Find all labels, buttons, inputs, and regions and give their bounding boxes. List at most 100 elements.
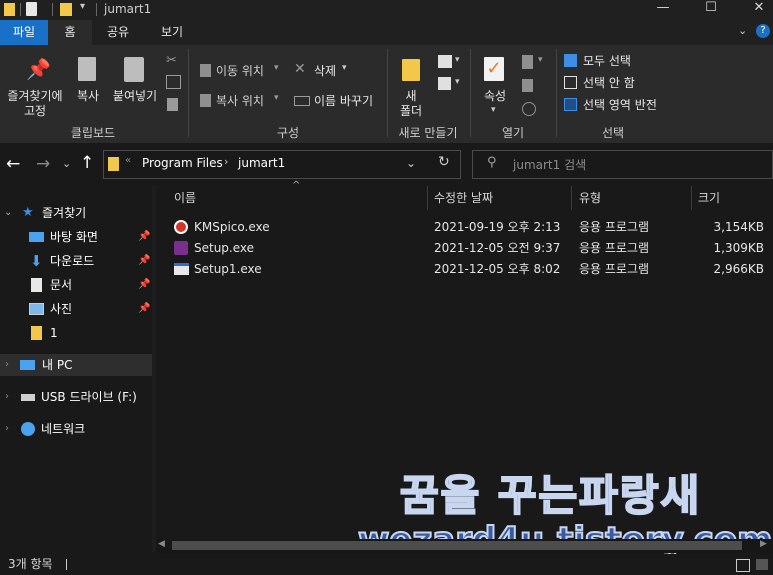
search-box[interactable]: ⚲ jumart1 검색 [472,150,773,179]
address-bar[interactable]: « Program Files › jumart1 ⌄ ↻ [103,150,461,179]
tab-home[interactable]: 홈 [48,20,92,45]
ribbon-separator [387,49,388,137]
move-to-button[interactable]: 이동 위치 ▾ [198,61,284,81]
nav-item-pictures[interactable]: 사진 📌 [0,298,152,320]
scrollbar-thumb[interactable] [172,541,742,550]
copy-button[interactable]: 복사 [72,51,104,107]
tab-share[interactable]: 공유 [92,20,144,45]
chevron-right-icon[interactable]: › [5,418,9,440]
nav-usb-drive[interactable]: › USB 드라이브 (F:) [0,386,152,408]
breadcrumb-program-files[interactable]: Program Files [142,156,223,170]
scroll-left-icon[interactable]: ◀ [158,539,165,549]
minimize-button[interactable]: — [640,0,686,20]
window-title: jumart1 [104,2,152,16]
breadcrumb-overflow-icon[interactable]: « [125,155,131,166]
column-separator[interactable] [571,186,572,210]
nav-item-folder-1[interactable]: 1 [0,322,152,344]
chevron-down-icon[interactable]: ▾ [455,77,460,87]
file-name: KMSpico.exe [194,220,270,234]
group-open-label: 열기 [501,126,525,140]
nav-item-label: 1 [50,326,58,340]
copy-to-button[interactable]: 복사 위치 ▾ [198,91,284,111]
pin-icon: 📌 [26,57,51,81]
ribbon-tabs: 파일 홈 공유 보기 ⌄ ? [0,20,773,45]
select-none-button[interactable]: 선택 안 함 [562,74,672,92]
recent-locations-icon[interactable]: ⌄ [62,157,71,170]
delete-button[interactable]: ✕ 삭제 ▾ [292,61,356,81]
file-row[interactable]: KMSpico.exe 2021-09-19 오후 2:13 응용 프로그램 3… [168,217,768,238]
back-arrow-icon[interactable]: ← [6,154,20,174]
pin-icon[interactable]: 📌 [138,298,150,320]
history-icon[interactable] [522,102,536,116]
properties-quick-icon[interactable] [26,2,37,16]
column-header-modified[interactable]: 수정한 날짜 [434,186,570,210]
paste-button[interactable]: 붙여넣기 [108,51,162,107]
new-folder-button[interactable]: 새 폴더 [394,51,428,121]
scroll-right-icon[interactable]: ▶ [760,539,767,549]
pin-icon[interactable]: 📌 [138,226,150,248]
chevron-down-icon[interactable]: ▾ [455,55,460,65]
address-dropdown-icon[interactable]: ⌄ [406,156,416,170]
paste-shortcut-icon[interactable] [167,98,178,111]
invert-selection-button[interactable]: 선택 영역 반전 [562,96,672,114]
details-view-button[interactable] [736,559,750,572]
select-all-button[interactable]: 모두 선택 [562,52,672,70]
quick-access-dropdown-icon[interactable]: ▾ [80,1,85,12]
file-row[interactable]: Setup1.exe 2021-12-05 오후 8:02 응용 프로그램 2,… [168,259,768,280]
up-arrow-icon[interactable]: ↑ [80,153,94,173]
rename-button[interactable]: 이름 바꾸기 [292,91,382,111]
select-all-label: 모두 선택 [583,54,631,68]
pin-to-quick-access-button[interactable]: 📌 즐겨찾기에 고정 [2,51,68,121]
help-icon[interactable]: ? [756,24,770,38]
folder-icon [31,326,42,340]
properties-button[interactable]: ✓ 속성 ▾ [476,51,514,121]
new-item-icon[interactable] [438,55,452,68]
refresh-icon[interactable]: ↻ [438,154,450,170]
nav-network-label: 네트워크 [41,422,86,436]
edit-icon[interactable] [522,79,533,92]
column-separator[interactable] [691,186,692,210]
maximize-button[interactable]: ☐ [688,0,734,20]
nav-item-downloads[interactable]: ⬇ 다운로드 📌 [0,250,152,272]
nav-favorites[interactable]: ⌄ ★ 즐겨찾기 [0,202,152,224]
new-folder-quick-icon[interactable] [60,3,72,16]
collapse-ribbon-icon[interactable]: ⌄ [738,24,747,37]
pin-icon[interactable]: 📌 [138,274,150,296]
file-size: 1,309KB [713,241,764,255]
nav-item-desktop[interactable]: 바탕 화면 📌 [0,226,152,248]
nav-item-documents[interactable]: 문서 📌 [0,274,152,296]
tab-file[interactable]: 파일 [0,20,48,45]
column-separator[interactable] [427,186,428,210]
network-icon [21,422,35,436]
separator [52,3,53,16]
chevron-down-icon[interactable]: ▾ [538,55,543,65]
horizontal-scrollbar[interactable]: ◀ ▶ [156,539,773,553]
column-header-name[interactable]: 이름 [174,186,424,210]
tab-view[interactable]: 보기 [144,20,200,45]
chevron-right-icon[interactable]: › [5,386,9,408]
separator [96,3,97,16]
open-icon[interactable] [522,55,533,69]
column-header-type[interactable]: 유형 [579,186,689,210]
close-button[interactable]: ✕ [736,0,773,20]
chevron-down-icon[interactable]: ⌄ [4,202,12,224]
nav-pane-scrollbar[interactable] [152,186,156,552]
forward-arrow-icon[interactable]: → [36,154,50,174]
large-icons-view-button[interactable] [756,559,768,570]
chevron-right-icon[interactable]: › [5,354,9,376]
file-type: 응용 프로그램 [579,262,650,276]
separator [20,3,21,16]
pin-label-2: 고정 [23,104,47,118]
column-header-size[interactable]: 크기 [698,186,770,210]
breadcrumb-jumart1[interactable]: jumart1 [238,156,285,170]
nav-network[interactable]: › 네트워크 [0,418,152,440]
easy-access-icon[interactable] [438,77,451,90]
copy-path-icon[interactable] [166,75,181,89]
search-input[interactable]: jumart1 검색 [513,156,586,173]
usb-drive-icon [21,394,35,401]
file-row[interactable]: Setup.exe 2021-12-05 오전 9:37 응용 프로그램 1,3… [168,238,768,259]
cut-icon[interactable]: ✂ [166,53,177,68]
pin-icon[interactable]: 📌 [138,250,150,272]
breadcrumb-separator-icon[interactable]: › [224,155,228,168]
nav-this-pc[interactable]: › 내 PC [0,354,152,376]
